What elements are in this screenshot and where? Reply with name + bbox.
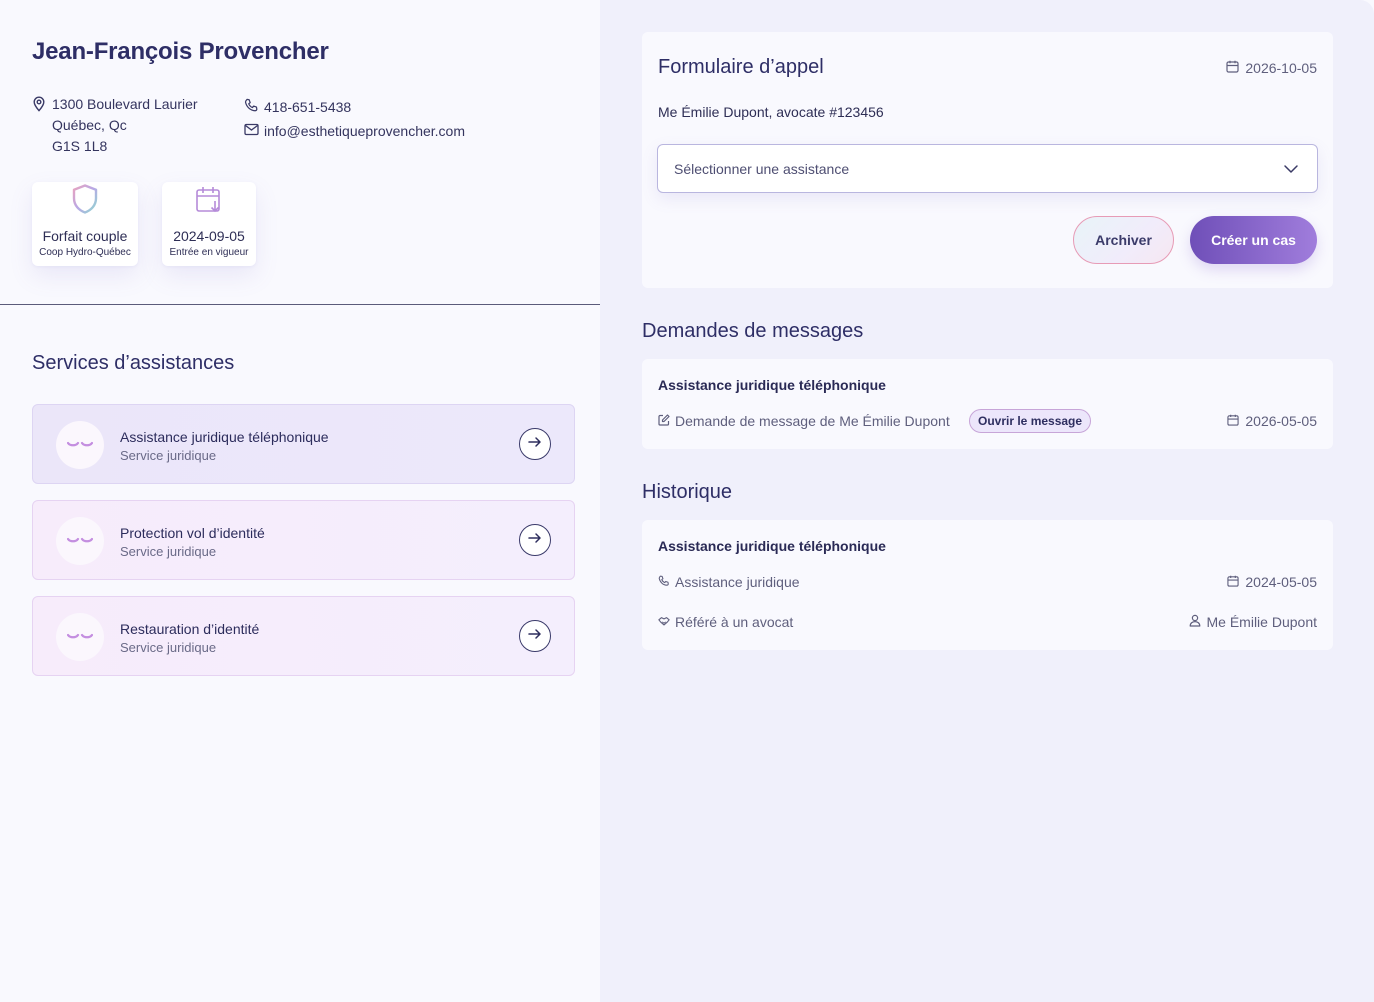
service-title: Protection vol d’identité bbox=[120, 525, 265, 541]
open-service-button[interactable] bbox=[519, 428, 551, 460]
closed-eyes-icon bbox=[66, 532, 94, 550]
plan-name: Forfait couple bbox=[42, 228, 128, 244]
history-type-text: Assistance juridique bbox=[675, 574, 800, 590]
phone-number: 418-651-5438 bbox=[264, 98, 352, 115]
message-date-value: 2026-05-05 bbox=[1245, 413, 1317, 429]
service-title: Assistance juridique téléphonique bbox=[120, 429, 329, 445]
history-date-value: 2024-05-05 bbox=[1245, 574, 1317, 590]
client-address: 1300 Boulevard Laurier Québec, Qc G1S 1L… bbox=[32, 94, 198, 157]
open-service-button[interactable] bbox=[519, 524, 551, 556]
closed-eyes-icon bbox=[66, 436, 94, 454]
history-card: Assistance juridique téléphonique Assist… bbox=[642, 520, 1333, 650]
service-avatar bbox=[56, 517, 104, 565]
form-date-value: 2026-10-05 bbox=[1245, 60, 1317, 76]
effective-date-chip: 2024-09-05 Entrée en vigueur bbox=[162, 182, 256, 266]
form-date: 2026-10-05 bbox=[1226, 60, 1317, 76]
address-line-3: G1S 1L8 bbox=[52, 138, 108, 154]
address-line-2: Québec, Qc bbox=[52, 117, 127, 133]
archive-button[interactable]: Archiver bbox=[1073, 216, 1174, 264]
handshake-icon bbox=[658, 614, 675, 630]
arrow-right-icon bbox=[528, 627, 542, 645]
plan-chip: Forfait couple Coop Hydro-Québec bbox=[32, 182, 138, 266]
client-name: Jean-François Provencher bbox=[32, 38, 329, 65]
address-line-1: 1300 Boulevard Laurier bbox=[52, 96, 198, 112]
history-lawyer: Me Émilie Dupont bbox=[1189, 614, 1318, 630]
effective-date: 2024-09-05 bbox=[173, 228, 245, 244]
lawyer-line: Me Émilie Dupont, avocate #123456 bbox=[658, 104, 884, 120]
client-contact: 418-651-5438 info@esthetiqueprovencher.c… bbox=[244, 96, 465, 144]
service-subtitle: Service juridique bbox=[120, 448, 217, 463]
calendar-icon bbox=[1227, 413, 1245, 429]
calendar-icon bbox=[1226, 60, 1245, 76]
history-date: 2024-05-05 bbox=[1227, 574, 1317, 590]
email-icon bbox=[244, 123, 264, 139]
create-case-button[interactable]: Créer un cas bbox=[1190, 216, 1317, 264]
location-pin-icon bbox=[32, 96, 48, 157]
service-title: Restauration d’identité bbox=[120, 621, 260, 637]
calendar-download-icon bbox=[195, 185, 223, 220]
services-title: Services d’assistances bbox=[32, 352, 235, 374]
chevron-down-icon bbox=[1283, 161, 1299, 177]
assistance-select[interactable]: Sélectionner une assistance bbox=[657, 144, 1318, 193]
email-address: info@esthetiqueprovencher.com bbox=[264, 122, 465, 139]
plan-provider: Coop Hydro-Québec bbox=[39, 247, 131, 258]
open-service-button[interactable] bbox=[519, 620, 551, 652]
history-card-title: Assistance juridique téléphonique bbox=[658, 538, 886, 554]
arrow-right-icon bbox=[528, 435, 542, 453]
messages-title: Demandes de messages bbox=[642, 320, 864, 342]
phone-icon bbox=[244, 98, 264, 116]
client-panel: Jean-François Provencher 1300 Boulevard … bbox=[0, 0, 600, 1002]
effective-date-label: Entrée en vigueur bbox=[169, 247, 249, 258]
phone-icon bbox=[658, 574, 675, 590]
message-date: 2026-05-05 bbox=[1227, 413, 1317, 429]
arrow-right-icon bbox=[528, 531, 542, 549]
history-type: Assistance juridique bbox=[658, 574, 800, 590]
user-icon bbox=[1189, 614, 1207, 630]
message-card-title: Assistance juridique téléphonique bbox=[658, 377, 886, 393]
form-title: Formulaire d’appel bbox=[658, 56, 824, 78]
service-subtitle: Service juridique bbox=[120, 640, 217, 655]
edit-note-icon bbox=[658, 413, 675, 429]
closed-eyes-icon bbox=[66, 628, 94, 646]
call-form: Formulaire d’appel 2026-10-05 Me Émilie … bbox=[642, 32, 1333, 288]
history-referral-text: Référé à un avocat bbox=[675, 614, 794, 630]
service-avatar bbox=[56, 421, 104, 469]
message-request: Demande de message de Me Émilie Dupont bbox=[658, 413, 950, 429]
message-request-text: Demande de message de Me Émilie Dupont bbox=[675, 413, 950, 429]
email-row[interactable]: info@esthetiqueprovencher.com bbox=[244, 120, 465, 141]
service-subtitle: Service juridique bbox=[120, 544, 217, 559]
message-card: Assistance juridique téléphonique Demand… bbox=[642, 359, 1333, 449]
service-card[interactable]: Restauration d’identité Service juridiqu… bbox=[32, 596, 575, 676]
history-lawyer-name: Me Émilie Dupont bbox=[1206, 614, 1318, 630]
history-title: Historique bbox=[642, 481, 733, 503]
shield-icon bbox=[70, 183, 100, 220]
service-card[interactable]: Assistance juridique téléphonique Servic… bbox=[32, 404, 575, 484]
service-avatar bbox=[56, 613, 104, 661]
calendar-icon bbox=[1227, 574, 1245, 590]
assistance-select-value: Sélectionner une assistance bbox=[674, 160, 850, 177]
phone-row[interactable]: 418-651-5438 bbox=[244, 96, 465, 117]
open-message-button[interactable]: Ouvrir le message bbox=[969, 409, 1092, 433]
history-referral: Référé à un avocat bbox=[658, 614, 793, 630]
section-divider bbox=[0, 304, 600, 305]
service-card[interactable]: Protection vol d’identité Service juridi… bbox=[32, 500, 575, 580]
